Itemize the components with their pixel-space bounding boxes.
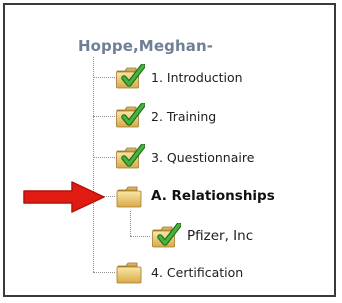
tree-connector-line [93, 116, 115, 117]
tree-item-label: 1. Introduction [151, 69, 243, 85]
folder-checked-icon [115, 144, 145, 170]
tree-item-questionnaire[interactable]: 3. Questionnaire [115, 142, 254, 172]
tree-connector-line [93, 77, 115, 78]
tree-item-introduction[interactable]: 1. Introduction [115, 62, 243, 92]
tree-item-label: Pfizer, Inc [187, 228, 254, 244]
tree-root-label[interactable]: Hoppe,Meghan- [78, 37, 213, 55]
tree-item-training[interactable]: 2. Training [115, 101, 216, 131]
folder-checked-icon [115, 103, 145, 129]
folder-checked-icon [151, 223, 181, 249]
tree-connector-line [130, 236, 150, 237]
tree-connector-line [130, 211, 131, 236]
tree-connector-line [93, 272, 115, 273]
tree-connector-line [93, 157, 115, 158]
folder-checked-icon [115, 64, 145, 90]
tree-item-label: A. Relationships [151, 188, 275, 204]
tree-item-label: 3. Questionnaire [151, 149, 255, 165]
tree-item-relationships[interactable]: A. Relationships [115, 181, 275, 211]
tree-item-pfizer[interactable]: Pfizer, Inc [151, 221, 253, 251]
tree-panel: Hoppe,Meghan- 1. Introduction 2. Trainin… [3, 3, 336, 297]
tree-item-certification[interactable]: 4. Certification [115, 257, 243, 287]
tree-connector-line [93, 57, 94, 272]
tree-item-label: 4. Certification [151, 264, 244, 280]
folder-icon [115, 259, 145, 285]
tree-item-label: 2. Training [151, 108, 217, 124]
red-arrow-icon [23, 181, 105, 213]
folder-icon [115, 183, 145, 209]
